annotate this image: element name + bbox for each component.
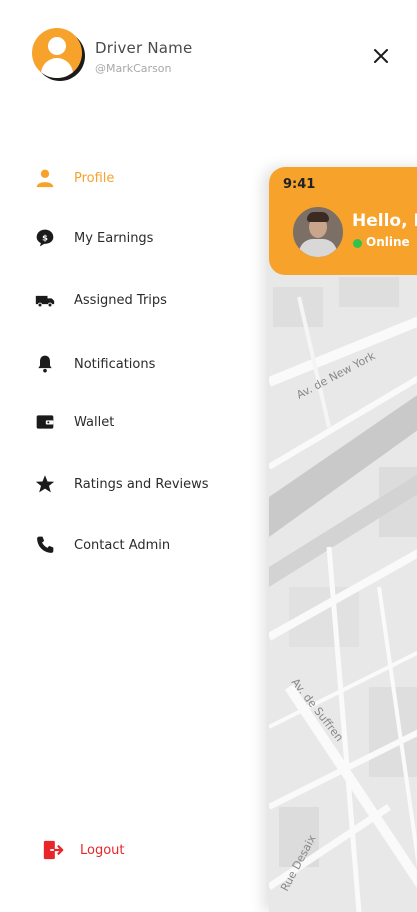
person-icon (34, 167, 56, 189)
dollar-icon: $ (34, 227, 56, 249)
svg-text:$: $ (42, 233, 48, 243)
menu-item-label: Wallet (74, 414, 115, 430)
map-view[interactable]: Av. de New York Av. de Suffren Rue Desai… (269, 167, 417, 912)
menu-item-ratings-and-reviews[interactable]: Ratings and Reviews (34, 469, 234, 499)
avatar-hair-shape (307, 212, 329, 222)
menu-item-label: Ratings and Reviews (74, 476, 209, 492)
close-button[interactable] (369, 44, 393, 68)
menu-item-my-earnings[interactable]: $ My Earnings (34, 223, 234, 253)
online-status-text: Online (366, 235, 410, 249)
avatar-head-shape (48, 37, 66, 55)
app-preview-panel[interactable]: Av. de New York Av. de Suffren Rue Desai… (269, 167, 417, 912)
star-icon (34, 473, 56, 495)
menu-item-label: Contact Admin (74, 537, 171, 553)
phone-icon (34, 534, 56, 556)
driver-handle: @MarkCarson (95, 62, 172, 75)
greeting-text: Hello, D (352, 211, 417, 231)
avatar-body-shape (41, 58, 73, 78)
menu-item-label: Notifications (74, 356, 156, 372)
menu-item-wallet[interactable]: Wallet (34, 407, 234, 437)
menu-item-contact-admin[interactable]: Contact Admin (34, 530, 234, 560)
menu-item-label: Profile (74, 170, 115, 186)
close-icon (374, 49, 388, 63)
status-bar-time: 9:41 (283, 177, 316, 192)
logout-label: Logout (80, 842, 125, 858)
menu-item-label: My Earnings (74, 230, 154, 246)
truck-icon (34, 289, 56, 311)
menu-item-assigned-trips[interactable]: Assigned Trips (34, 285, 234, 315)
bell-icon (34, 353, 56, 375)
driver-photo-avatar[interactable] (291, 205, 345, 259)
driver-name: Driver Name (95, 39, 193, 57)
avatar-shirt-shape (299, 239, 337, 257)
menu-item-profile[interactable]: Profile (34, 163, 234, 193)
menu-item-label: Assigned Trips (74, 292, 167, 308)
wallet-icon (34, 411, 56, 433)
logout-button[interactable]: Logout (42, 836, 125, 864)
menu-item-notifications[interactable]: Notifications (34, 349, 234, 379)
preview-header: 9:41 Hello, D Online (269, 167, 417, 275)
logout-icon (42, 839, 64, 861)
driver-avatar[interactable] (32, 28, 82, 78)
online-status-dot (353, 239, 362, 248)
